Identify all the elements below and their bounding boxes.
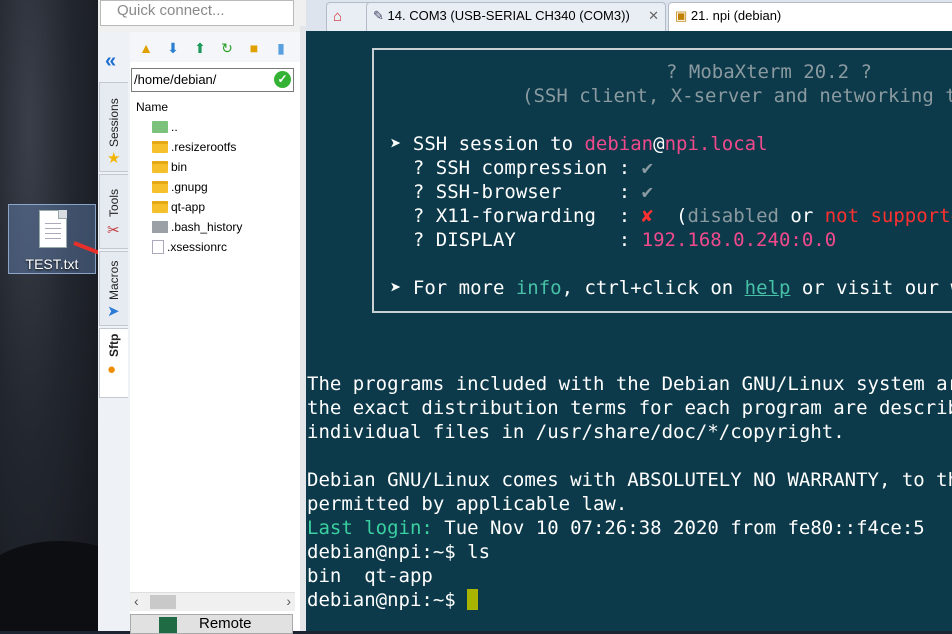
tab-com3-label: 14. COM3 (USB-SERIAL CH340 (COM3)) bbox=[387, 8, 630, 23]
tab-sessions-label: Sessions bbox=[107, 98, 121, 147]
refresh-icon[interactable]: ↻ bbox=[219, 40, 235, 56]
command-line: debian@npi:~$ ls bbox=[307, 541, 491, 563]
mobaxterm-window: Quick connect... « Sessions ★ Tools ✂ Ma… bbox=[98, 0, 952, 634]
desktop: TEST.txt bbox=[0, 0, 98, 631]
home-icon: ⌂ bbox=[333, 8, 343, 25]
terminal[interactable]: ? MobaXterm 20.2 ? (SSH client, X-server… bbox=[306, 31, 952, 631]
folder-icon bbox=[152, 140, 168, 153]
motd-line: permitted by applicable law. bbox=[307, 493, 628, 515]
ls-output: bin qt-app bbox=[307, 565, 433, 587]
scrollbar-thumb[interactable] bbox=[150, 595, 176, 609]
ssh-session-line: ➤ SSH session to debian@npi.local bbox=[390, 133, 768, 155]
terminal-icon: ▣ bbox=[675, 8, 688, 23]
parent-folder-icon[interactable]: ▲ bbox=[138, 40, 154, 56]
motd-line: individual files in /usr/share/doc/*/cop… bbox=[307, 421, 845, 443]
send-icon: ➤ bbox=[107, 303, 120, 320]
prompt-line[interactable]: debian@npi:~$ bbox=[307, 589, 479, 611]
motd-line: Debian GNU/Linux comes with ABSOLUTELY N… bbox=[307, 469, 952, 491]
download-icon[interactable]: ⬇ bbox=[165, 40, 181, 56]
tab-tools-label: Tools bbox=[107, 188, 121, 217]
session-tab-strip: ⌂ ✎ 14. COM3 (USB-SERIAL CH340 (COM3)) ✕… bbox=[306, 0, 952, 31]
folder-icon bbox=[152, 180, 168, 193]
quick-connect-input[interactable]: Quick connect... bbox=[100, 0, 294, 26]
list-item[interactable]: qt-app bbox=[152, 200, 242, 220]
tab-tools[interactable]: Tools ✂ bbox=[99, 174, 128, 249]
terminal-cursor bbox=[467, 589, 479, 610]
tab-npi-debian[interactable]: ▣ 21. npi (debian) bbox=[668, 2, 952, 31]
remote-button[interactable]: Remote bbox=[130, 614, 293, 634]
scroll-left-icon[interactable]: ‹ bbox=[134, 593, 139, 609]
collapse-double-left-icon[interactable]: « bbox=[105, 50, 116, 73]
motd-line: the exact distribution terms for each pr… bbox=[307, 397, 952, 419]
tab-npi-label: 21. npi (debian) bbox=[690, 8, 782, 23]
sftp-path-text: /home/debian/ bbox=[134, 72, 217, 87]
list-item[interactable]: .gnupg bbox=[152, 180, 242, 200]
tab-macros[interactable]: Macros ➤ bbox=[99, 251, 128, 326]
banner-title: ? MobaXterm 20.2 ? bbox=[666, 61, 872, 83]
ssh-compression-line: ? SSH compression : ✔ bbox=[390, 157, 654, 179]
new-file-icon[interactable]: ▮ bbox=[273, 40, 289, 56]
list-item[interactable]: bin bbox=[152, 160, 242, 180]
upload-icon[interactable]: ⬆ bbox=[192, 40, 208, 56]
column-header-name[interactable]: Name bbox=[136, 100, 168, 114]
up-folder-icon bbox=[152, 120, 168, 133]
side-tab-bar: « Sessions ★ Tools ✂ Macros ➤ Sftp ● bbox=[98, 32, 131, 631]
list-item[interactable]: .xsessionrc bbox=[152, 239, 242, 260]
banner-subtitle: (SSH client, X-server and networking too… bbox=[522, 85, 952, 107]
sftp-file-list: .. .resizerootfs bin .gnupg qt-app .bash… bbox=[152, 120, 242, 260]
sftp-panel: ▲ ⬇ ⬆ ↻ ■ ▮ /home/debian/ ✓ Name .. .res… bbox=[130, 32, 300, 634]
desktop-hill bbox=[0, 541, 98, 631]
motd-line: The programs included with the Debian GN… bbox=[307, 373, 952, 395]
sftp-icon: ● bbox=[107, 361, 117, 378]
text-file-icon bbox=[39, 210, 67, 248]
tab-sessions[interactable]: Sessions ★ bbox=[99, 82, 128, 172]
tools-icon: ✂ bbox=[107, 222, 120, 239]
x11-forwarding-line: ? X11-forwarding : ✘ (disabled or not su… bbox=[390, 205, 952, 227]
last-login-line: Last login: Tue Nov 10 07:26:38 2020 fro… bbox=[307, 517, 925, 539]
info-line: ➤ For more info, ctrl+click on help or v… bbox=[390, 277, 952, 299]
scroll-right-icon[interactable]: › bbox=[286, 593, 291, 609]
horizontal-scrollbar[interactable]: ‹ › bbox=[130, 592, 295, 611]
file-icon bbox=[152, 239, 164, 254]
folder-icon bbox=[152, 200, 168, 213]
list-item[interactable]: .. bbox=[152, 120, 242, 140]
check-icon[interactable]: ✓ bbox=[274, 71, 291, 88]
star-icon: ★ bbox=[107, 150, 121, 167]
file-icon bbox=[152, 220, 168, 233]
sftp-toolbar: ▲ ⬇ ⬆ ↻ ■ ▮ bbox=[130, 32, 300, 62]
tab-sftp[interactable]: Sftp ● bbox=[99, 328, 128, 398]
close-icon[interactable]: ✕ bbox=[648, 8, 659, 24]
list-item[interactable]: .bash_history bbox=[152, 220, 242, 240]
ssh-browser-line: ? SSH-browser : ✔ bbox=[390, 181, 654, 203]
remote-label: Remote bbox=[199, 615, 252, 632]
tab-com3[interactable]: ✎ 14. COM3 (USB-SERIAL CH340 (COM3)) ✕ bbox=[366, 2, 666, 31]
display-line: ? DISPLAY : 192.168.0.240:0.0 bbox=[390, 229, 837, 251]
tab-macros-label: Macros bbox=[107, 260, 121, 300]
serial-plug-icon: ✎ bbox=[373, 8, 384, 23]
help-link[interactable]: help bbox=[745, 277, 791, 299]
new-folder-icon[interactable]: ■ bbox=[246, 40, 262, 56]
tab-sftp-label: Sftp bbox=[107, 333, 121, 357]
sftp-path-input[interactable]: /home/debian/ ✓ bbox=[131, 68, 294, 92]
list-item[interactable]: .resizerootfs bbox=[152, 140, 242, 160]
folder-icon bbox=[152, 160, 168, 173]
